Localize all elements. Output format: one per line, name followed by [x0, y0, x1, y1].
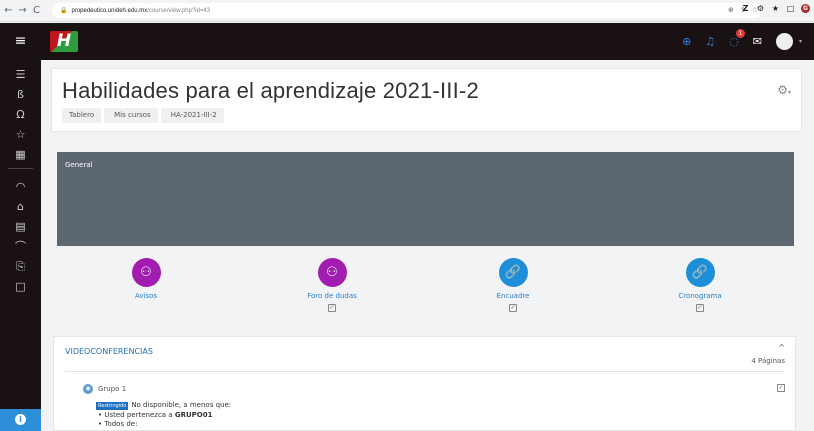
info-icon: i [15, 414, 26, 425]
sidebar-participants-icon[interactable]: ß [0, 86, 41, 104]
sidebar-list-icon[interactable]: ☰ [0, 66, 41, 84]
zoom-icon[interactable]: ⊕ [728, 4, 734, 17]
completion-checkbox-icon[interactable]: ✓ [509, 304, 517, 312]
reload-button[interactable]: C [31, 4, 42, 18]
restriction-conditions: • Usted pertenezca a GRUPO01 • Todos de: [98, 411, 212, 429]
sidebar-home-icon[interactable]: ⌂ [0, 198, 41, 216]
forum-icon[interactable]: ⚇ [131, 258, 161, 287]
lock-icon: 🔒 [60, 7, 68, 14]
user-avatar[interactable] [775, 33, 793, 50]
sidebar-divider [8, 168, 33, 169]
sidebar-badges-icon[interactable]: Ω [0, 106, 41, 124]
forum-icon[interactable]: ⚇ [317, 258, 347, 287]
activity-label[interactable]: Avisos [76, 292, 216, 300]
activity-label[interactable]: Cronograma [630, 292, 770, 300]
breadcrumb-item-mis-cursos[interactable]: Mis cursos [104, 108, 158, 123]
course-settings-gear-icon[interactable]: ⚙▾ [777, 83, 791, 97]
window-icon[interactable]: □ [786, 4, 795, 13]
url-link-icon[interactable]: 🔗 [685, 258, 715, 287]
restriction-notice: Restringido No disponible, a menos que: [96, 401, 232, 410]
group-name[interactable]: Grupo 1 [98, 385, 126, 393]
sidebar-files-icon[interactable]: ⎘ [0, 258, 41, 276]
extensions-area: Z ⚙ ★ □ G [741, 4, 810, 13]
top-navbar: ≡ H ⊕ ♫ ◌ 1 ✉ ▾ [0, 23, 814, 60]
left-sidebar: ☰ ß Ω ☆ ▦ ◠ ⌂ ▤ ⌒ ⎘ □ i [0, 60, 41, 431]
general-section-banner: General [57, 152, 794, 246]
condition-item: • Todos de: [98, 420, 138, 428]
condition-item: • Usted pertenezca a GRUPO01 [98, 411, 213, 419]
page-icon: ◉ [83, 384, 93, 394]
activity-encuadre[interactable]: 🔗 Encuadre ✓ [443, 258, 583, 312]
url-link-icon[interactable]: 🔗 [498, 258, 528, 287]
notification-badge: 1 [735, 29, 745, 38]
collapse-chevron-icon[interactable]: ^ [778, 343, 785, 352]
address-bar[interactable]: 🔒 propedeutico.unideh.edu.mx/course/view… [52, 3, 762, 18]
sidebar-competencies-icon[interactable]: ☆ [0, 126, 41, 144]
section-title[interactable]: VIDEOCONFERENCIAS [65, 347, 153, 356]
section-divider [65, 371, 785, 372]
mail-icon[interactable]: ✉ [753, 35, 762, 48]
restriction-text: No disponible, a menos que: [131, 401, 232, 409]
zotero-icon[interactable]: Z [741, 4, 750, 13]
pages-count: 4 Páginas [751, 357, 785, 365]
user-menu-caret-icon[interactable]: ▾ [799, 38, 802, 45]
course-header: Habilidades para el aprendizaje 2021-III… [51, 68, 802, 132]
url-text: propedeutico.unideh.edu.mx/course/view.p… [71, 7, 211, 14]
activity-foro-de-dudas[interactable]: ⚇ Foro de dudas ✓ [262, 258, 402, 312]
extension-icon[interactable]: ⚙ [756, 4, 765, 13]
notification-bell-icon[interactable]: ♫ [705, 35, 715, 48]
sidebar-grades-icon[interactable]: ▦ [0, 146, 41, 164]
profile-avatar[interactable]: G [801, 4, 810, 13]
sidebar-calendar-icon[interactable]: ▤ [0, 218, 41, 236]
messages-chat-icon[interactable]: ◌ 1 [729, 29, 745, 48]
activity-avisos[interactable]: ⚇ Avisos [76, 258, 216, 300]
site-logo[interactable]: H [50, 31, 78, 52]
back-button[interactable]: ← [3, 4, 14, 18]
activity-cronograma[interactable]: 🔗 Cronograma ✓ [630, 258, 770, 312]
completion-checkbox-icon[interactable]: ✓ [328, 304, 336, 312]
activity-label[interactable]: Encuadre [443, 292, 583, 300]
sidebar-dashboard-icon[interactable]: ◠ [0, 178, 41, 196]
forward-button[interactable]: → [17, 4, 28, 18]
menu-toggle-icon[interactable]: ≡ [0, 23, 41, 60]
sidebar-info-button[interactable]: i [0, 409, 41, 431]
breadcrumb-item-tablero[interactable]: Tablero [62, 108, 102, 123]
general-section-title: General [65, 161, 93, 169]
videoconferencias-section: VIDEOCONFERENCIAS ^ 4 Páginas ◉ Grupo 1 … [53, 336, 796, 431]
sidebar-folder-icon[interactable]: □ [0, 278, 41, 296]
group-item[interactable]: ◉ Grupo 1 [83, 384, 126, 394]
puzzle-extension-icon[interactable]: ★ [771, 4, 780, 13]
completion-checkbox-icon[interactable]: ✓ [696, 304, 704, 312]
page-title: Habilidades para el aprendizaje 2021-III… [62, 78, 479, 103]
completion-checkbox-icon[interactable]: ✓ [777, 384, 785, 392]
breadcrumb-item-course[interactable]: HA-2021-III-2 [160, 108, 224, 123]
sidebar-courses-icon[interactable]: ⌒ [0, 238, 41, 256]
activity-label[interactable]: Foro de dudas [262, 292, 402, 300]
breadcrumb: Tablero Mis cursos HA-2021-III-2 [62, 108, 227, 123]
restricted-badge: Restringido [96, 402, 129, 410]
language-globe-icon[interactable]: ⊕ [682, 35, 691, 48]
browser-toolbar: ← → C 🔒 propedeutico.unideh.edu.mx/cours… [0, 0, 814, 22]
